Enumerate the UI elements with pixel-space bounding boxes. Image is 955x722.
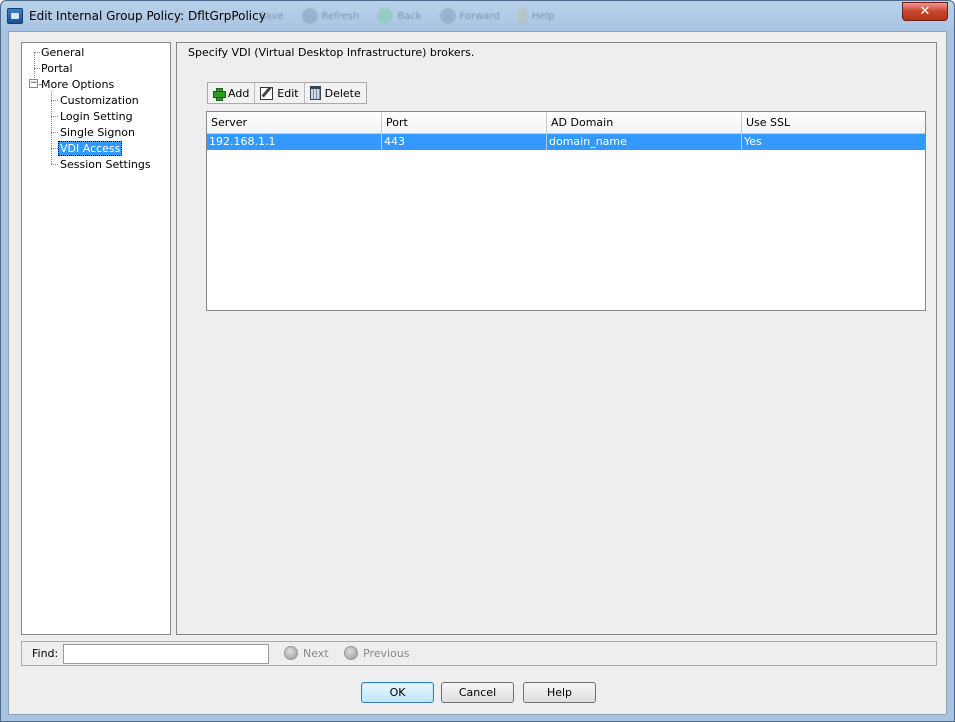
vdi-broker-table: Server Port AD Domain Use SSL 192.168.1.… xyxy=(206,111,926,311)
tree-line xyxy=(51,116,58,117)
tree-item-session-settings[interactable]: Session Settings xyxy=(59,157,152,172)
tree-item-general[interactable]: General xyxy=(40,45,85,60)
dialog-window: Edit Internal Group Policy: DfltGrpPolic… xyxy=(0,0,955,722)
background-help: Help xyxy=(517,8,555,24)
cell-server: 192.168.1.1 xyxy=(207,134,382,150)
content-panel: Specify VDI (Virtual Desktop Infrastruct… xyxy=(176,42,937,635)
background-help-label: Help xyxy=(531,10,555,22)
tree-item-portal[interactable]: Portal xyxy=(40,61,74,76)
table-row[interactable]: 192.168.1.1 443 domain_name Yes xyxy=(207,134,925,150)
navigation-tree: General Portal − More Options Customizat… xyxy=(21,42,171,635)
forward-icon xyxy=(439,8,456,24)
column-header-server[interactable]: Server xyxy=(207,112,382,134)
background-forward-label: Forward xyxy=(459,10,500,22)
tree-item-more-options[interactable]: More Options xyxy=(40,77,115,92)
refresh-icon xyxy=(301,8,318,24)
plus-icon xyxy=(213,87,226,101)
trash-icon xyxy=(309,86,321,100)
collapse-icon[interactable]: − xyxy=(29,79,38,88)
find-input[interactable] xyxy=(63,644,269,664)
edit-button-label: Edit xyxy=(277,86,299,100)
add-button[interactable]: Add xyxy=(208,83,256,103)
help-button[interactable]: Help xyxy=(523,682,596,703)
dialog-body: General Portal − More Options Customizat… xyxy=(8,31,947,715)
cell-port: 443 xyxy=(382,134,547,150)
find-next-button[interactable]: Next xyxy=(284,646,329,660)
help-icon xyxy=(517,8,528,24)
cancel-button[interactable]: Cancel xyxy=(441,682,514,703)
tree-line xyxy=(51,132,58,133)
tree-line xyxy=(51,164,58,165)
column-header-use-ssl[interactable]: Use SSL xyxy=(742,112,925,134)
cell-ad-domain: domain_name xyxy=(547,134,742,150)
tree-line xyxy=(51,100,58,101)
edit-icon xyxy=(260,86,274,100)
tree-item-vdi-access[interactable]: VDI Access xyxy=(58,141,123,156)
background-toolbar: Save Refresh Back Forward Help xyxy=(259,5,555,27)
add-button-label: Add xyxy=(228,86,250,100)
delete-button-label: Delete xyxy=(324,86,361,100)
window-title: Edit Internal Group Policy: DfltGrpPolic… xyxy=(29,9,266,23)
back-icon xyxy=(377,8,394,24)
app-icon xyxy=(7,8,23,24)
column-header-port[interactable]: Port xyxy=(382,112,547,134)
delete-button[interactable]: Delete xyxy=(305,83,366,103)
close-icon: ✕ xyxy=(919,4,931,19)
background-back-label: Back xyxy=(397,10,422,22)
ok-button[interactable]: OK xyxy=(361,682,434,703)
table-toolbar: Add Edit Delete xyxy=(207,82,367,104)
background-refresh: Refresh xyxy=(301,8,360,24)
find-bar: Find: Next Previous xyxy=(21,641,937,666)
panel-description: Specify VDI (Virtual Desktop Infrastruct… xyxy=(188,46,475,59)
find-label: Find: xyxy=(32,647,59,660)
tree-item-single-signon[interactable]: Single Signon xyxy=(59,125,136,140)
column-header-ad-domain[interactable]: AD Domain xyxy=(547,112,742,134)
background-save-label: Save xyxy=(259,10,284,22)
tree-line xyxy=(51,148,58,149)
close-button[interactable]: ✕ xyxy=(902,2,948,21)
background-save: Save xyxy=(259,11,284,22)
cell-use-ssl: Yes xyxy=(744,135,762,148)
table-header: Server Port AD Domain Use SSL xyxy=(207,112,925,134)
background-back: Back xyxy=(377,8,422,24)
next-icon xyxy=(284,646,298,660)
tree-item-customization[interactable]: Customization xyxy=(59,93,140,108)
tree-line xyxy=(51,91,52,164)
background-refresh-label: Refresh xyxy=(321,10,360,22)
find-previous-button[interactable]: Previous xyxy=(344,646,410,660)
edit-button[interactable]: Edit xyxy=(255,83,305,103)
tree-item-login-setting[interactable]: Login Setting xyxy=(59,109,134,124)
previous-icon xyxy=(344,646,358,660)
find-next-label: Next xyxy=(303,646,329,660)
background-forward: Forward xyxy=(439,8,500,24)
find-previous-label: Previous xyxy=(363,646,410,660)
